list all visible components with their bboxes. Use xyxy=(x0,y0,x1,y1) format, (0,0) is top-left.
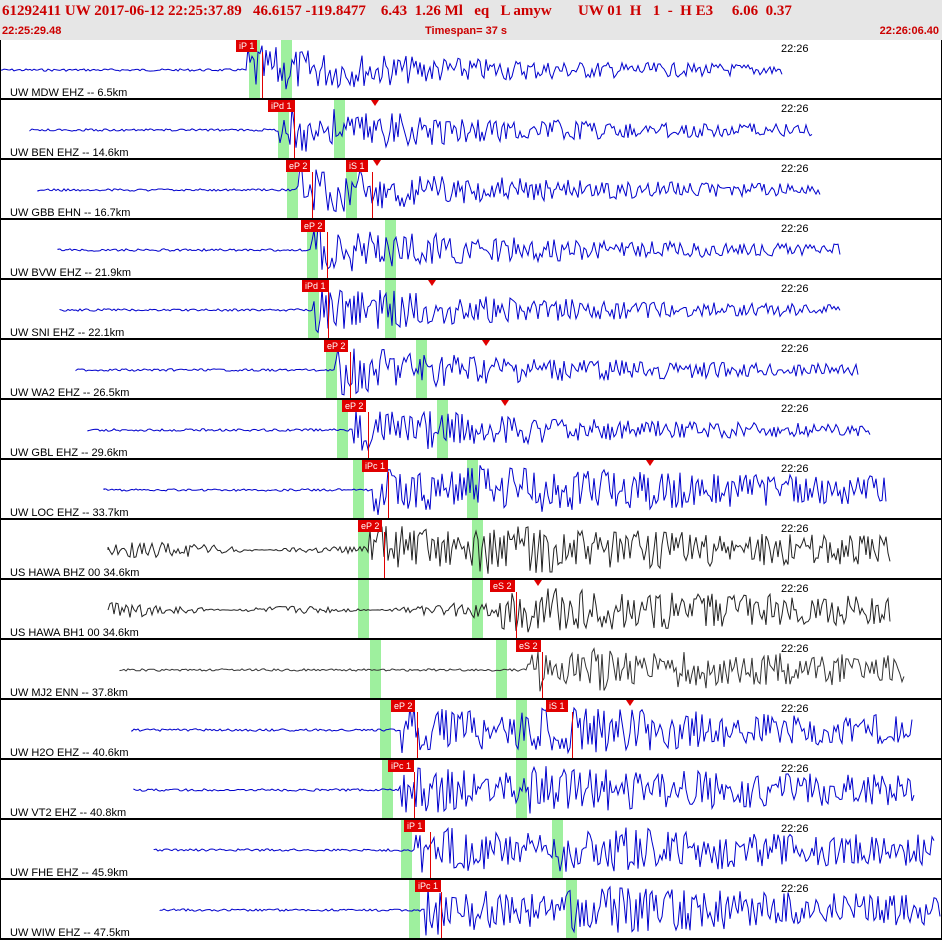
phase-pick-line[interactable] xyxy=(368,412,369,460)
phase-pick-line[interactable] xyxy=(372,172,373,220)
trace-time-label: 22:26 xyxy=(781,463,809,475)
amplitude-marker xyxy=(534,580,542,586)
trace-time-label: 22:26 xyxy=(781,163,809,175)
waveform-trace xyxy=(103,465,887,516)
phase-pick-label[interactable]: iS 1 xyxy=(546,700,568,712)
trace-panel[interactable]: iPc 1 22:26 UW LOC EHZ -- 33.7km xyxy=(0,460,942,520)
phase-pick-line[interactable] xyxy=(384,532,385,580)
trace-time-label: 22:26 xyxy=(781,223,809,235)
phase-pick-label[interactable]: iPd 1 xyxy=(268,100,295,112)
phase-pick-label[interactable]: iP 1 xyxy=(404,820,426,832)
phase-pick-line[interactable] xyxy=(327,232,328,280)
waveform-trace xyxy=(75,348,859,396)
phase-pick-line[interactable] xyxy=(441,892,442,940)
phase-pick-label[interactable]: eP 2 xyxy=(286,160,311,172)
left-border xyxy=(0,40,1,940)
phase-pick-line[interactable] xyxy=(388,472,389,520)
phase-pick-line[interactable] xyxy=(516,592,517,640)
trace-time-label: 22:26 xyxy=(781,523,809,535)
waveform-trace xyxy=(87,410,871,451)
phase-pick-label[interactable]: eP 2 xyxy=(358,520,383,532)
amplitude-marker xyxy=(626,700,634,706)
trace-panel[interactable]: eP 2 iS 1 22:26 UW H2O EHZ -- 40.6km xyxy=(0,700,942,760)
trace-time-label: 22:26 xyxy=(781,43,809,55)
trace-panel[interactable]: eS 2 22:26 UW MJ2 ENN -- 37.8km xyxy=(0,640,942,700)
phase-pick-label[interactable]: iPd 1 xyxy=(302,280,329,292)
trace-panel[interactable]: iP 1 22:26 UW MDW EHZ -- 6.5km xyxy=(0,40,942,100)
trace-time-label: 22:26 xyxy=(781,643,809,655)
trace-time-label: 22:26 xyxy=(781,103,809,115)
phase-pick-label[interactable]: iP 1 xyxy=(236,40,258,52)
trace-time-label: 22:26 xyxy=(781,343,809,355)
phase-pick-label[interactable]: iS 1 xyxy=(346,160,368,172)
phase-pick-label[interactable]: iPc 1 xyxy=(415,880,442,892)
phase-pick-label[interactable]: iPc 1 xyxy=(388,760,415,772)
amplitude-marker xyxy=(646,460,654,466)
phase-pick-label[interactable]: iPc 1 xyxy=(362,460,389,472)
amplitude-marker xyxy=(482,340,490,346)
seismogram-panel[interactable]: iP 1 22:26 UW MDW EHZ -- 6.5km iPd 1 22:26 UW… xyxy=(0,40,942,940)
phase-pick-label[interactable]: eS 2 xyxy=(516,640,541,652)
phase-pick-label[interactable]: eP 2 xyxy=(324,340,349,352)
amplitude-marker xyxy=(428,280,436,286)
window-end-time: 22:26:06.40 xyxy=(879,25,939,37)
amplitude-marker xyxy=(373,160,381,166)
waveform-trace xyxy=(107,588,891,633)
waveform-trace xyxy=(119,647,905,692)
phase-pick-line[interactable] xyxy=(572,712,573,760)
phase-pick-line[interactable] xyxy=(328,292,329,340)
event-header: 61292411 UW 2017-06-12 22:25:37.89 46.61… xyxy=(0,0,942,40)
phase-pick-line[interactable] xyxy=(414,772,415,820)
trace-panel[interactable]: iPc 1 22:26 UW VT2 EHZ -- 40.8km xyxy=(0,760,942,820)
trace-time-label: 22:26 xyxy=(781,883,809,895)
window-start-time: 22:25:29.48 xyxy=(2,25,62,37)
phase-pick-label[interactable]: eS 2 xyxy=(490,580,515,592)
trace-time-label: 22:26 xyxy=(781,823,809,835)
phase-pick-label[interactable]: eP 2 xyxy=(301,220,326,232)
trace-panel[interactable]: eP 2 22:26 US HAWA BHZ 00 34.6km xyxy=(0,520,942,580)
trace-panel[interactable]: eS 2 22:26 US HAWA BH1 00 34.6km xyxy=(0,580,942,640)
trace-panel[interactable]: eP 2 22:26 UW WA2 EHZ -- 26.5km xyxy=(0,340,942,400)
waveform-trace xyxy=(159,885,941,936)
phase-pick-label[interactable]: eP 2 xyxy=(391,700,416,712)
phase-pick-line[interactable] xyxy=(294,112,295,160)
trace-time-label: 22:26 xyxy=(781,703,809,715)
trace-time-label: 22:26 xyxy=(781,403,809,415)
waveform-trace xyxy=(153,826,935,873)
amplitude-marker xyxy=(371,100,379,106)
trace-time-label: 22:26 xyxy=(781,583,809,595)
trace-panel[interactable]: iPc 1 22:26 UW WIW EHZ -- 47.5km xyxy=(0,880,942,940)
amplitude-marker xyxy=(501,400,509,406)
waveform-trace xyxy=(29,106,813,152)
phase-pick-line[interactable] xyxy=(417,712,418,760)
phase-pick-line[interactable] xyxy=(542,652,543,700)
event-summary-line: 61292411 UW 2017-06-12 22:25:37.89 46.61… xyxy=(2,3,792,19)
phase-pick-line[interactable] xyxy=(262,52,263,100)
trace-panel[interactable]: iPd 1 22:26 UW BEN EHZ -- 14.6km xyxy=(0,100,942,160)
timespan-label: Timespan= 37 s xyxy=(425,25,508,37)
trace-time-label: 22:26 xyxy=(781,283,809,295)
trace-panel[interactable]: iP 1 22:26 UW FHE EHZ -- 45.9km xyxy=(0,820,942,880)
trace-panel[interactable]: iPd 1 22:26 UW SNI EHZ -- 22.1km xyxy=(0,280,942,340)
phase-pick-line[interactable] xyxy=(312,172,313,220)
phase-pick-line[interactable] xyxy=(430,832,431,880)
trace-panel[interactable]: eP 2 22:26 UW BVW EHZ -- 21.9km xyxy=(0,220,942,280)
trace-time-label: 22:26 xyxy=(781,763,809,775)
waveform-trace xyxy=(37,165,821,213)
trace-panel[interactable]: eP 2 iS 1 22:26 UW GBB EHN -- 16.7km xyxy=(0,160,942,220)
waveform-trace xyxy=(57,226,841,272)
phase-pick-line[interactable] xyxy=(350,352,351,400)
waveform-trace xyxy=(0,45,783,90)
phase-pick-label[interactable]: eP 2 xyxy=(342,400,367,412)
waveform-trace xyxy=(107,526,891,574)
waveform-trace xyxy=(59,288,841,334)
trace-panel[interactable]: eP 2 22:26 UW GBL EHZ -- 29.6km xyxy=(0,400,942,460)
